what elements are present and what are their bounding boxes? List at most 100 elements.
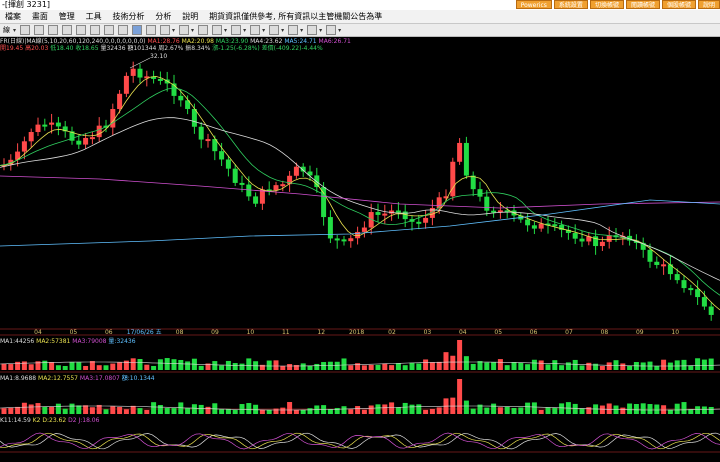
- volume-bar: [361, 365, 367, 370]
- candle-body: [232, 168, 238, 183]
- candle-body: [382, 213, 388, 216]
- volume-bar: [266, 360, 272, 370]
- chevron-down-icon[interactable]: ▾: [281, 27, 284, 34]
- chevron-down-icon[interactable]: ▾: [262, 27, 265, 34]
- chevron-down-icon[interactable]: ▾: [191, 27, 194, 34]
- menu-manage[interactable]: 管理: [56, 10, 78, 23]
- top-button-5[interactable]: 說明: [697, 0, 720, 9]
- candle-body: [416, 221, 422, 224]
- volume-bar: [572, 359, 578, 370]
- menu-help[interactable]: 說明: [179, 10, 201, 23]
- grid-icon[interactable]: [20, 25, 31, 35]
- zoom-icon[interactable]: [104, 25, 115, 35]
- vol-ma3: MA3:79008: [72, 338, 107, 345]
- menu-view[interactable]: 畫面: [29, 10, 51, 23]
- volume-bar: [62, 365, 68, 370]
- menu-technical-analysis[interactable]: 技術分析: [110, 10, 148, 23]
- period-icon[interactable]: [179, 25, 190, 35]
- stock-chart[interactable]: 32.10 04 05 06 17/06/26 五 08 09 10 11 12 2018 02 03 0…: [0, 36, 720, 462]
- amount-bar: [402, 402, 408, 414]
- volume-bar: [15, 361, 21, 370]
- volume-bar: [484, 362, 490, 370]
- volume-bar: [273, 360, 279, 370]
- date-tick-label: 05: [70, 329, 78, 336]
- volume-bar: [239, 363, 245, 370]
- amount-bar: [103, 409, 109, 414]
- save-icon[interactable]: [326, 25, 337, 35]
- text-icon[interactable]: [288, 25, 299, 35]
- layout-icon[interactable]: [307, 25, 318, 35]
- candle-body: [667, 264, 673, 275]
- chart-type-icon[interactable]: [118, 25, 129, 35]
- amount-bar: [633, 403, 639, 414]
- candle-body: [708, 306, 714, 315]
- top-button-1[interactable]: 系統設置: [553, 0, 588, 9]
- ma-line-green: [0, 87, 720, 296]
- draw-icon[interactable]: [146, 25, 157, 35]
- volume-bar: [137, 359, 143, 370]
- candle-body: [280, 184, 286, 187]
- chevron-down-icon[interactable]: ▾: [319, 27, 322, 34]
- line-icon[interactable]: [62, 25, 73, 35]
- ruler-icon[interactable]: [231, 25, 242, 35]
- volume-bar: [389, 365, 395, 370]
- chevron-down-icon[interactable]: ▾: [300, 27, 303, 34]
- volume-bar: [518, 362, 524, 370]
- rectangle-icon[interactable]: [250, 25, 261, 35]
- volume-bar: [144, 364, 150, 370]
- amount-bar: [178, 402, 184, 414]
- volume-bar: [538, 360, 544, 370]
- volume-bar: [232, 363, 238, 370]
- amount-bar: [293, 409, 299, 414]
- price-info-line: 開19.45 高20.03 低18.40 收18.65 量32436 額1013…: [0, 43, 323, 52]
- top-button-4[interactable]: 個股帳號: [661, 0, 696, 9]
- amount-bar: [62, 408, 68, 414]
- chevron-down-icon[interactable]: ▾: [172, 27, 175, 34]
- date-tick-label: 2018: [349, 329, 364, 336]
- amount-bar: [21, 402, 27, 414]
- chevron-down-icon[interactable]: ▾: [13, 27, 16, 34]
- circle-icon[interactable]: [269, 25, 280, 35]
- volume-bar: [198, 365, 204, 370]
- candle-icon[interactable]: [34, 25, 45, 35]
- ma6-value: MA6:26.71: [318, 38, 351, 45]
- date-tick-label: 02: [388, 329, 396, 336]
- volume-bar: [436, 361, 442, 370]
- amount-bar: [117, 406, 123, 414]
- volume-bar: [246, 358, 252, 370]
- top-button-2[interactable]: 切換帳號: [589, 0, 624, 9]
- candle-body: [253, 196, 259, 204]
- amount-bar: [545, 407, 551, 414]
- overlay-icon[interactable]: [212, 25, 223, 35]
- volume-bar: [565, 362, 571, 370]
- candle-body: [137, 68, 143, 78]
- table-icon[interactable]: [76, 25, 87, 35]
- top-button-0[interactable]: Powerics: [515, 0, 552, 9]
- pen-icon[interactable]: [160, 25, 171, 35]
- menu-file[interactable]: 檔案: [2, 10, 24, 23]
- open-value: 開19.45: [0, 45, 24, 52]
- amount-bar: [436, 407, 442, 414]
- chevron-down-icon[interactable]: ▾: [338, 27, 341, 34]
- candle-body: [273, 185, 279, 191]
- cursor-icon[interactable]: [132, 25, 143, 35]
- amount-bar: [382, 404, 388, 414]
- amount-bar: [110, 406, 116, 414]
- chevron-down-icon[interactable]: ▾: [224, 27, 227, 34]
- volume-bar: [8, 364, 14, 370]
- amount-bar: [627, 403, 633, 414]
- vol-ma1: MA1:44256: [0, 338, 35, 345]
- change-value: 漲-1.25(-6.28%): [212, 45, 260, 52]
- amt-ma3: MA3:17.0807: [79, 375, 120, 382]
- chevron-down-icon[interactable]: ▾: [243, 27, 246, 34]
- bar-icon[interactable]: [48, 25, 59, 35]
- volume-bar: [375, 364, 381, 370]
- indicator-icon[interactable]: [198, 25, 209, 35]
- volume-bar: [606, 362, 612, 370]
- compare-icon[interactable]: [90, 25, 101, 35]
- top-button-3[interactable]: 閱讀帳號: [625, 0, 660, 9]
- menu-analysis[interactable]: 分析: [152, 10, 174, 23]
- candle-body: [572, 233, 578, 239]
- vol-ma2: MA2:57381: [36, 338, 71, 345]
- menu-tools[interactable]: 工具: [83, 10, 105, 23]
